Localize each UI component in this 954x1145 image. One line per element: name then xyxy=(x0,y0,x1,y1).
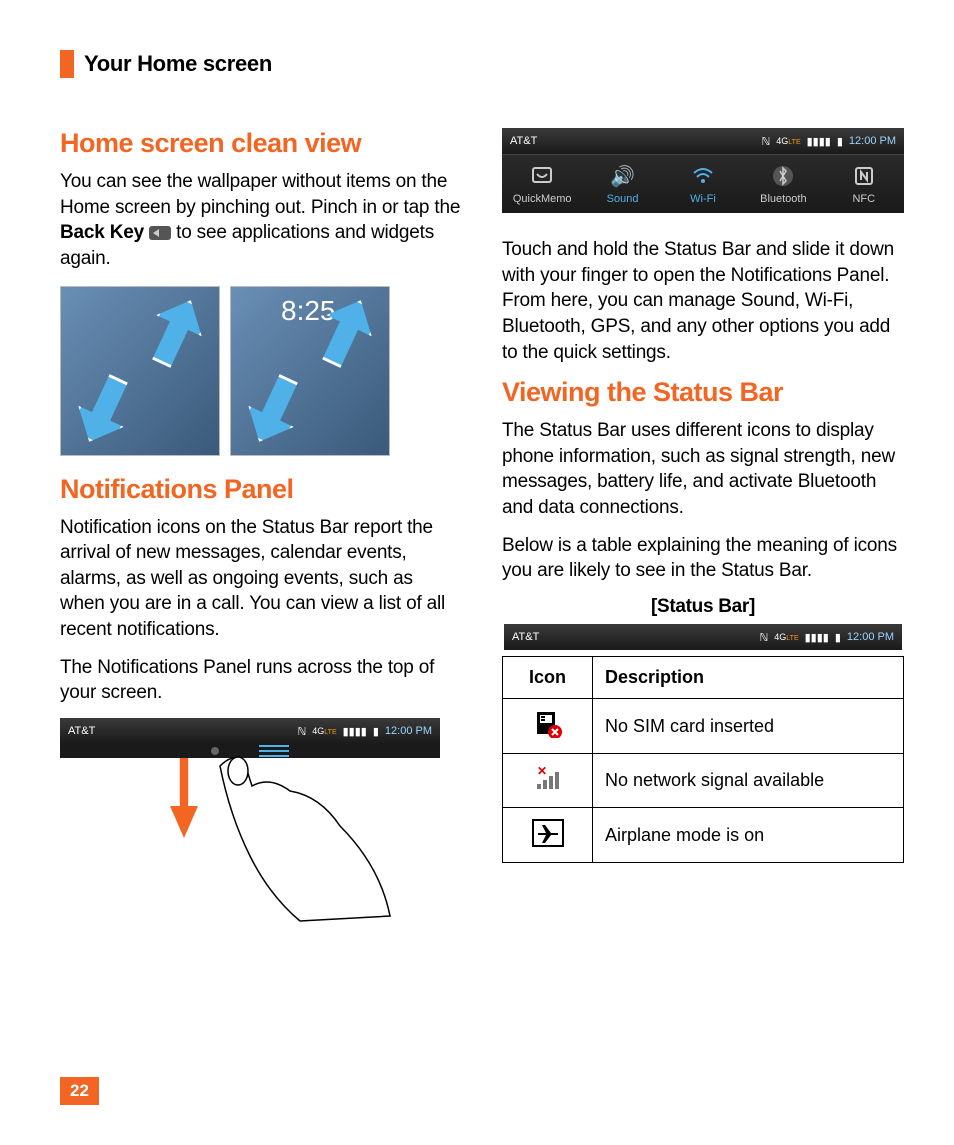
pinch-figure: 8:25 xyxy=(60,286,462,456)
signal-icon: ▮▮▮▮ xyxy=(343,725,367,738)
qs-sound[interactable]: 🔊 Sound xyxy=(588,165,658,205)
table-caption: [Status Bar] xyxy=(502,596,904,618)
4g-icon: 4GLTE xyxy=(774,632,798,642)
qs-label: Bluetooth xyxy=(760,193,806,205)
td-desc: No network signal available xyxy=(593,754,904,808)
clean-view-text: You can see the wallpaper without items … xyxy=(60,169,462,272)
qs-label: Sound xyxy=(607,193,639,205)
notif-text-2: The Notifications Panel runs across the … xyxy=(60,655,462,706)
clock-widget: 8:25 xyxy=(281,295,336,327)
carrier-label: AT&T xyxy=(512,631,539,643)
nfc-icon: ℕ xyxy=(759,631,768,644)
statusbar-text-1: The Status Bar uses different icons to d… xyxy=(502,418,904,521)
carrier-label: AT&T xyxy=(68,725,95,737)
clock-label: 12:00 PM xyxy=(849,135,896,147)
signal-icon: ▮▮▮▮ xyxy=(807,135,831,148)
4g-icon: 4GLTE xyxy=(312,726,336,736)
table-header-row: Icon Description xyxy=(503,657,904,699)
battery-icon: ▮ xyxy=(837,135,843,148)
airplane-icon xyxy=(530,818,566,848)
signal-icon: ▮▮▮▮ xyxy=(805,631,829,644)
quickmemo-icon xyxy=(531,165,553,187)
section-statusbar-title: Viewing the Status Bar xyxy=(502,377,904,408)
section-notif-title: Notifications Panel xyxy=(60,474,462,505)
page-header: Your Home screen xyxy=(60,50,904,78)
nfc-icon: ℕ xyxy=(297,725,306,738)
swipe-figure: AT&T ℕ 4GLTE ▮▮▮▮ ▮ 12:00 PM xyxy=(60,718,440,758)
status-bar-example: AT&T ℕ 4GLTE ▮▮▮▮ ▮ 12:00 PM xyxy=(504,624,902,650)
left-column: Home screen clean view You can see the w… xyxy=(60,128,462,863)
arrow-icon xyxy=(67,367,142,452)
td-desc: No SIM card inserted xyxy=(593,699,904,754)
quick-settings-panel: QuickMemo 🔊 Sound Wi-Fi Bluetooth NFC xyxy=(502,154,904,213)
qs-label: Wi-Fi xyxy=(690,193,716,205)
qs-bluetooth[interactable]: Bluetooth xyxy=(748,165,818,205)
notif-text-1: Notification icons on the Status Bar rep… xyxy=(60,515,462,643)
sound-icon: 🔊 xyxy=(610,165,635,187)
th-icon: Icon xyxy=(503,657,593,699)
right-column: AT&T ℕ 4GLTE ▮▮▮▮ ▮ 12:00 PM QuickMemo 🔊… xyxy=(502,128,904,863)
qs-nfc[interactable]: NFC xyxy=(829,165,899,205)
pinch-out-screenshot xyxy=(60,286,220,456)
nfc-icon: ℕ xyxy=(761,135,770,148)
page-number: 22 xyxy=(60,1077,99,1105)
td-desc: Airplane mode is on xyxy=(593,808,904,863)
header-accent xyxy=(60,50,74,78)
back-key-label: Back Key xyxy=(60,222,144,243)
statusbar-text-2: Below is a table explaining the meaning … xyxy=(502,533,904,584)
svg-text:✕: ✕ xyxy=(537,766,547,778)
notif-panel-figure: AT&T ℕ 4GLTE ▮▮▮▮ ▮ 12:00 PM QuickMemo 🔊… xyxy=(502,128,904,213)
hand-icon xyxy=(180,746,400,926)
qs-wifi[interactable]: Wi-Fi xyxy=(668,165,738,205)
4g-icon: 4GLTE xyxy=(776,136,800,146)
icon-table: Icon Description No SIM card inserted ✕ … xyxy=(502,656,904,863)
section-clean-view-title: Home screen clean view xyxy=(60,128,462,159)
status-bar: AT&T ℕ 4GLTE ▮▮▮▮ ▮ 12:00 PM xyxy=(502,128,904,154)
header-title: Your Home screen xyxy=(84,51,272,77)
table-row: No SIM card inserted xyxy=(503,699,904,754)
table-row: Airplane mode is on xyxy=(503,808,904,863)
no-signal-icon: ✕ xyxy=(530,764,566,794)
carrier-label: AT&T xyxy=(510,135,537,147)
status-bar: AT&T ℕ 4GLTE ▮▮▮▮ ▮ 12:00 PM xyxy=(60,718,440,744)
arrow-icon xyxy=(237,367,312,452)
battery-icon: ▮ xyxy=(373,725,379,738)
battery-icon: ▮ xyxy=(835,631,841,644)
clock-label: 12:00 PM xyxy=(847,631,894,643)
text-seg: You can see the wallpaper without items … xyxy=(60,171,460,218)
back-key-icon xyxy=(149,226,171,240)
notif-panel-text: Touch and hold the Status Bar and slide … xyxy=(502,237,904,365)
qs-label: NFC xyxy=(852,193,875,205)
clock-label: 12:00 PM xyxy=(385,725,432,737)
th-desc: Description xyxy=(593,657,904,699)
bluetooth-icon xyxy=(772,165,794,187)
qs-label: QuickMemo xyxy=(513,193,572,205)
qs-quickmemo[interactable]: QuickMemo xyxy=(507,165,577,205)
no-sim-icon xyxy=(530,709,566,739)
table-row: ✕ No network signal available xyxy=(503,754,904,808)
nfc-icon xyxy=(853,165,875,187)
wifi-icon xyxy=(692,165,714,187)
pinch-in-screenshot: 8:25 xyxy=(230,286,390,456)
arrow-icon xyxy=(139,289,214,374)
